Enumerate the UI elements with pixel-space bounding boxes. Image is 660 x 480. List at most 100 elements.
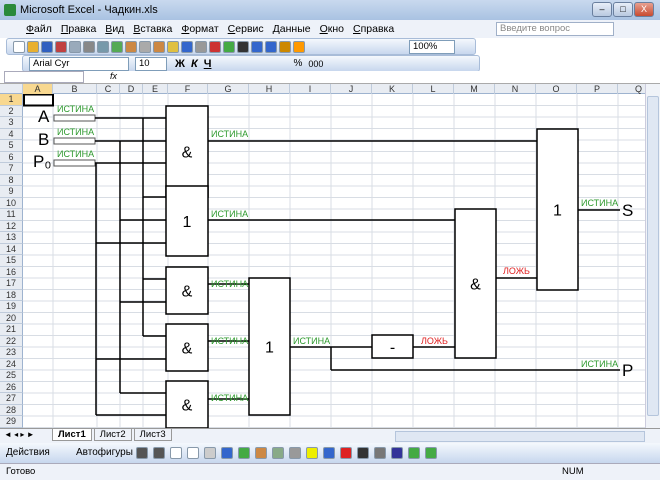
draw-tool-icon-12[interactable] [340, 447, 352, 459]
draw-tool-icon-1[interactable] [153, 447, 165, 459]
toolbar-icon-13[interactable] [195, 40, 207, 53]
fx-icon[interactable]: fx [110, 71, 117, 81]
autoshapes-menu[interactable]: Автофигуры [76, 447, 133, 458]
toolbar-icon-3[interactable] [55, 40, 67, 53]
column-header-H[interactable]: H [249, 84, 290, 94]
menu-1[interactable]: Правка [61, 23, 96, 35]
menu-2[interactable]: Вид [105, 23, 124, 35]
draw-tool-icon-2[interactable] [170, 447, 182, 459]
draw-tool-icon-4[interactable] [204, 447, 216, 459]
toolbar-icon-7[interactable] [111, 40, 123, 53]
menu-4[interactable]: Формат [181, 23, 218, 35]
column-header-G[interactable]: G [208, 84, 249, 94]
draw-tool-icon-6[interactable] [238, 447, 250, 459]
row-header-26[interactable]: 26 [0, 381, 23, 393]
column-header-O[interactable]: O [536, 84, 577, 94]
menu-7[interactable]: Окно [320, 23, 344, 35]
row-header-3[interactable]: 3 [0, 117, 23, 129]
toolbar-icon-19[interactable] [279, 40, 291, 53]
name-box[interactable] [4, 71, 84, 83]
toolbar-icon-15[interactable] [223, 40, 235, 53]
draw-tool-icon-10[interactable] [306, 447, 318, 459]
column-header-F[interactable]: F [168, 84, 208, 94]
row-header-4[interactable]: 4 [0, 128, 23, 140]
underline-button[interactable]: Ч [204, 58, 212, 70]
row-header-5[interactable]: 5 [0, 140, 23, 152]
row-header-2[interactable]: 2 [0, 105, 23, 117]
toolbar-icon-20[interactable] [293, 40, 305, 53]
toolbar-icon-11[interactable] [167, 40, 179, 53]
draw-tool-icon-17[interactable] [425, 447, 437, 459]
maximize-button[interactable]: □ [613, 2, 633, 17]
draw-tool-icon-14[interactable] [374, 447, 386, 459]
draw-tool-icon-0[interactable] [136, 447, 148, 459]
toolbar-icon-2[interactable] [41, 40, 53, 53]
column-header-I[interactable]: I [290, 84, 331, 94]
row-header-14[interactable]: 14 [0, 243, 23, 255]
column-header-E[interactable]: E [143, 84, 168, 94]
menu-6[interactable]: Данные [273, 23, 311, 35]
italic-button[interactable]: К [191, 58, 198, 70]
row-header-10[interactable]: 10 [0, 197, 23, 209]
worksheet-grid[interactable]: A ИСТИНА B ИСТИНА P₀ ИСТИНА & 1 & & & 1 - & 1 ИСТИНА ИСТ… [0, 94, 645, 428]
toolbar-icon-10[interactable] [153, 40, 165, 53]
toolbar-icon-5[interactable] [83, 40, 95, 53]
row-header-11[interactable]: 11 [0, 209, 23, 221]
actions-menu[interactable]: Действия [6, 447, 50, 458]
toolbar-icon-6[interactable] [97, 40, 109, 53]
row-header-28[interactable]: 28 [0, 404, 23, 416]
row-header-12[interactable]: 12 [0, 220, 23, 232]
row-header-23[interactable]: 23 [0, 347, 23, 359]
draw-tool-icon-8[interactable] [272, 447, 284, 459]
toolbar-icon-0[interactable] [13, 40, 25, 53]
toolbar-icon-12[interactable] [181, 40, 193, 53]
row-header-16[interactable]: 16 [0, 266, 23, 278]
row-header-13[interactable]: 13 [0, 232, 23, 244]
row-header-6[interactable]: 6 [0, 151, 23, 163]
formula-input[interactable] [124, 71, 654, 83]
toolbar-icon-17[interactable] [251, 40, 263, 53]
font-select[interactable]: Arial Cyr [29, 56, 129, 71]
sheet-tab-1[interactable]: Лист1 [52, 429, 92, 441]
percent-button[interactable]: % [293, 58, 302, 69]
row-header-7[interactable]: 7 [0, 163, 23, 175]
draw-tool-icon-9[interactable] [289, 447, 301, 459]
toolbar-icon-9[interactable] [139, 40, 151, 53]
column-header-K[interactable]: K [372, 84, 413, 94]
toolbar-icon-18[interactable] [265, 40, 277, 53]
row-header-20[interactable]: 20 [0, 312, 23, 324]
row-header-22[interactable]: 22 [0, 335, 23, 347]
row-header-18[interactable]: 18 [0, 289, 23, 301]
bold-button[interactable]: Ж [175, 58, 185, 70]
row-header-25[interactable]: 25 [0, 370, 23, 382]
sheet-tab-2[interactable]: Лист2 [93, 429, 132, 441]
column-header-J[interactable]: J [331, 84, 372, 94]
draw-tool-icon-15[interactable] [391, 447, 403, 459]
column-header-D[interactable]: D [120, 84, 143, 94]
horizontal-scrollbar[interactable] [395, 431, 645, 442]
thousands-button[interactable]: 000 [308, 59, 323, 69]
toolbar-icon-14[interactable] [209, 40, 221, 53]
sheet-tab-3[interactable]: Лист3 [133, 429, 172, 441]
help-search-input[interactable]: Введите вопрос [496, 22, 614, 36]
column-header-B[interactable]: B [53, 84, 97, 94]
minimize-button[interactable]: – [592, 2, 612, 17]
tab-nav-arrows[interactable]: ◄ ◂ ▸ ► [4, 430, 35, 439]
toolbar-icon-4[interactable] [69, 40, 81, 53]
column-header-A[interactable]: A [23, 84, 53, 94]
row-header-15[interactable]: 15 [0, 255, 23, 267]
close-button[interactable]: X [634, 2, 654, 17]
menu-0[interactable]: Файл [26, 23, 52, 35]
column-header-L[interactable]: L [413, 84, 454, 94]
draw-tool-icon-13[interactable] [357, 447, 369, 459]
vertical-scrollbar[interactable] [645, 84, 660, 428]
row-header-9[interactable]: 9 [0, 186, 23, 198]
column-header-M[interactable]: M [454, 84, 495, 94]
row-header-29[interactable]: 29 [0, 416, 23, 428]
menu-3[interactable]: Вставка [133, 23, 172, 35]
toolbar-icon-8[interactable] [125, 40, 137, 53]
draw-tool-icon-16[interactable] [408, 447, 420, 459]
select-all-corner[interactable] [0, 84, 23, 94]
row-header-17[interactable]: 17 [0, 278, 23, 290]
draw-tool-icon-11[interactable] [323, 447, 335, 459]
